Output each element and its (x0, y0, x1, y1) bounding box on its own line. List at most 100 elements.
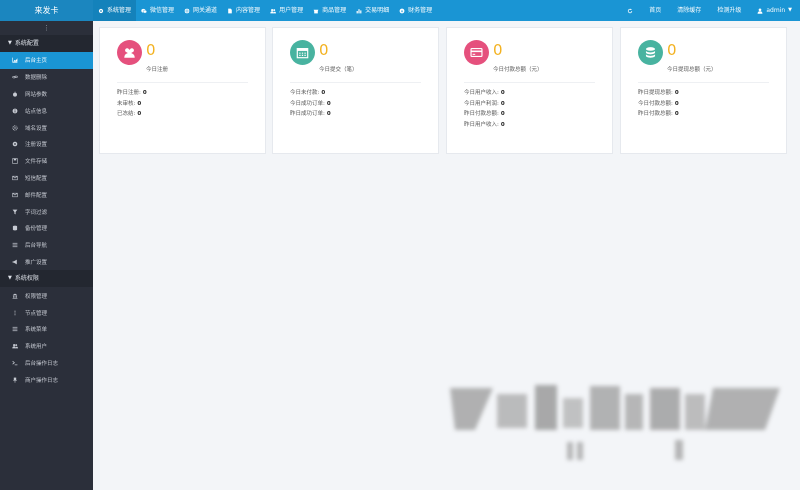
sidebar-item-backup[interactable]: 备份管理 (0, 220, 93, 237)
terminal-icon (12, 360, 18, 366)
list-icon (12, 327, 18, 332)
stat-detail-value: 0 (142, 90, 147, 96)
sidebar-item-admin-nav[interactable]: 后台导航 (0, 237, 93, 254)
sidebar-item-label: 域名设置 (25, 125, 48, 132)
stat-detail-label: 昨日注册: (117, 90, 141, 96)
stat-detail-label: 已冻结: (117, 111, 136, 117)
upgrade-link[interactable]: 检测升级 (709, 0, 749, 21)
sidebar-item-storage[interactable]: 文件存储 (0, 153, 93, 170)
topnav-gateway[interactable]: 网关通道 (179, 0, 222, 21)
top-nav-menu: 系统管理 微信管理 网关通道 内容管理 用户管理 商品管理 交易明细 ¥ 财务管 (93, 0, 437, 21)
area-chart-icon (12, 57, 18, 64)
list-icon (12, 243, 18, 248)
stat-details: 今日用户收入: 0 今日用户利润: 0 昨日付款总额: 0 昨日用户收入: 0 (464, 88, 505, 130)
stat-title: 今日付款总额（元） (493, 67, 543, 73)
save-icon (12, 158, 18, 164)
topnav-label: 用户管理 (279, 7, 304, 14)
topnav-system[interactable]: 系统管理 (93, 0, 137, 21)
sidebar-item-label: 备份管理 (25, 226, 48, 233)
pushpin-icon (13, 377, 17, 383)
stat-title: 今日注册 (146, 67, 169, 73)
sidebar-section-system-config[interactable]: ▼ 系统配置 (0, 35, 93, 52)
users-icon (124, 48, 135, 58)
stat-detail-label: 今日付款总额: (638, 100, 673, 107)
topnav-wechat[interactable]: 微信管理 (136, 0, 179, 21)
stat-detail-label: 昨日提现总额: (638, 90, 673, 96)
sidebar-item-site-info[interactable]: 站点信息 (0, 102, 93, 119)
stat-detail-row: 昨日注册: 0 (117, 88, 147, 99)
stat-detail-label: 昨日用户收入: (464, 121, 499, 128)
brand-logo[interactable]: 来发卡 (0, 0, 93, 21)
stat-detail-value: 0 (674, 111, 679, 117)
sidebar-item-promotion[interactable]: 推广设置 (0, 254, 93, 271)
topnav-label: 网关通道 (193, 7, 218, 14)
chevron-down-icon: ▼ (788, 7, 792, 13)
sidebar-item-admin-log[interactable]: 后台操作日志 (0, 355, 93, 372)
stat-detail-row: 今日用户收入: 0 (464, 88, 505, 99)
topnav-shop[interactable]: 商品管理 (308, 0, 351, 21)
sidebar-item-dashboard[interactable]: 后台主页 (0, 52, 93, 69)
sidebar-item-data-delete[interactable]: 数据删除 (0, 69, 93, 86)
stat-value: 0 (146, 41, 156, 59)
sidebar-item-system-users[interactable]: 系统用户 (0, 338, 93, 355)
topnav-content[interactable]: 内容管理 (222, 0, 265, 21)
clear-cache-link[interactable]: 清除缓存 (669, 0, 709, 21)
sidebar-item-register[interactable]: 注册设置 (0, 136, 93, 153)
stat-detail-label: 今日用户收入: (464, 90, 499, 96)
ellipsis-vertical-icon (14, 310, 16, 315)
sidebar-collapse-toggle[interactable]: ⋮ (0, 21, 93, 35)
stat-title: 今日提交（笔） (319, 67, 358, 73)
stat-detail-row: 未审核: 0 (117, 99, 147, 110)
topnav-users[interactable]: 用户管理 (265, 0, 308, 21)
sidebar-item-label: 短信配置 (25, 175, 48, 182)
stat-detail-row: 今日未付款: 0 (290, 88, 331, 99)
stat-details: 昨日提现总额: 0 今日付款总额: 0 昨日付款总额: 0 (638, 88, 679, 120)
sidebar-item-merchant-log[interactable]: 商户操作日志 (0, 371, 93, 388)
sidebar-item-email[interactable]: 邮件配置 (0, 186, 93, 203)
refresh-button[interactable] (619, 0, 641, 21)
topnav-finance[interactable]: ¥ 财务管理 (394, 0, 437, 21)
stat-detail-value: 0 (137, 111, 142, 117)
sidebar-item-system-menu[interactable]: 系统菜单 (0, 321, 93, 338)
stat-detail-label: 昨日付款总额: (464, 111, 499, 117)
link-icon (12, 75, 18, 79)
stat-detail-value: 0 (500, 100, 505, 107)
stat-detail-value: 0 (326, 111, 331, 117)
sidebar-item-nodes[interactable]: 节点管理 (0, 304, 93, 321)
home-link[interactable]: 首页 (641, 0, 669, 21)
sidebar-item-sms[interactable]: 短信配置 (0, 170, 93, 187)
caret-down-icon: ▼ (8, 40, 12, 46)
info-icon (12, 108, 18, 114)
user-menu[interactable]: admin ▼ (749, 0, 800, 21)
username: admin (766, 7, 786, 14)
stat-card-icon-circle (117, 40, 142, 65)
envelope-icon (12, 175, 18, 181)
stat-detail-row: 昨日付款总额: 0 (638, 109, 679, 120)
sidebar-item-domain[interactable]: 域名设置 (0, 119, 93, 136)
stat-details: 今日未付款: 0 今日成功订单: 0 昨日成功订单: 0 (290, 88, 331, 120)
top-navbar: 来发卡 系统管理 微信管理 网关通道 内容管理 用户管理 商品管理 交易明细 ¥… (0, 0, 800, 21)
document-icon (228, 8, 232, 13)
users-icon (270, 8, 277, 13)
stat-detail-row: 今日付款总额: 0 (638, 99, 679, 110)
gear-icon (98, 8, 104, 13)
sidebar-item-label: 节点管理 (25, 310, 48, 317)
database-icon (12, 225, 18, 231)
globe-icon (184, 8, 190, 13)
stat-title: 今日提现总额（元） (667, 67, 717, 73)
sidebar-section-permissions[interactable]: ▼ 系统权限 (0, 270, 93, 288)
stat-card-submissions: 0 今日提交（笔） 今日未付款: 0 今日成功订单: 0 昨日成功订单: 0 (272, 27, 439, 154)
sidebar-item-label: 权限管理 (25, 293, 48, 300)
stat-detail-label: 今日未付款: (290, 90, 320, 96)
sidebar-item-permissions[interactable]: 权限管理 (0, 287, 93, 304)
topnav-transactions[interactable]: 交易明细 (351, 0, 394, 21)
top-right-menu: 首页 清除缓存 检测升级 admin ▼ (619, 0, 800, 21)
watermark (445, 380, 790, 470)
sidebar-item-word-filter[interactable]: 字词过滤 (0, 203, 93, 220)
bar-chart-icon (356, 8, 362, 13)
money-icon: ¥ (399, 8, 405, 13)
sidebar-item-site-params[interactable]: 网站参数 (0, 86, 93, 103)
topnav-label: 微信管理 (150, 7, 175, 14)
credit-card-icon (470, 48, 483, 57)
sidebar-item-label: 网站参数 (25, 91, 48, 98)
